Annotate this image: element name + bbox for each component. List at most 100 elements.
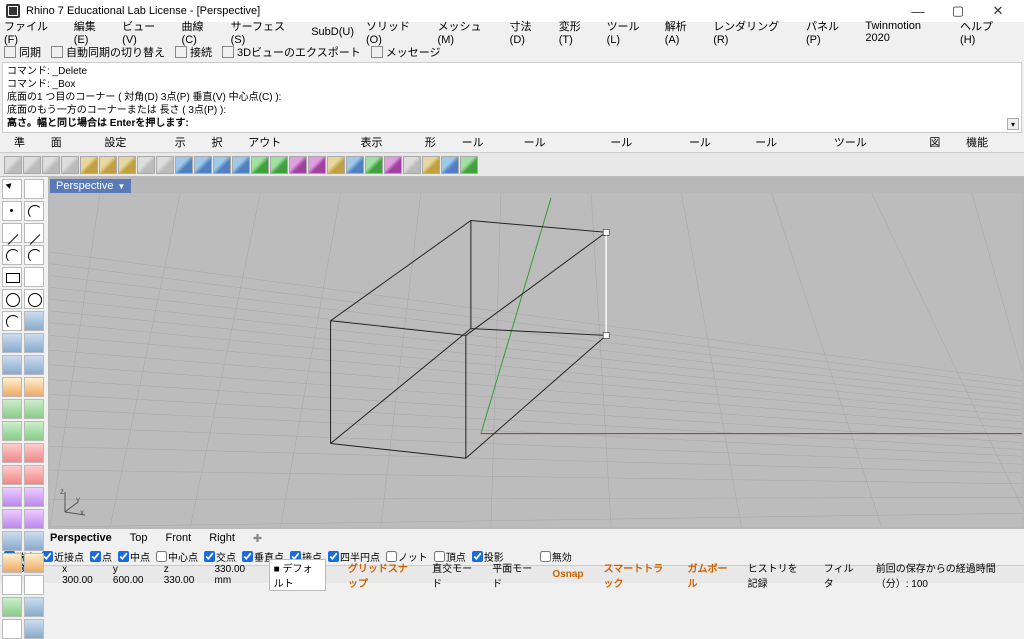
- osnap-point[interactable]: 点: [90, 549, 112, 564]
- tool-icon[interactable]: [460, 156, 478, 174]
- rotate-icon[interactable]: [2, 509, 22, 529]
- extrude-icon[interactable]: [2, 399, 22, 419]
- circle-icon[interactable]: [2, 289, 22, 309]
- help-icon[interactable]: [346, 156, 364, 174]
- connect-button[interactable]: 接続: [175, 44, 212, 60]
- osnap-int[interactable]: 交点: [204, 549, 236, 564]
- menu-tools[interactable]: ツール(L): [607, 18, 653, 46]
- auto-sync-button[interactable]: 自動同期の切り替え: [51, 44, 165, 60]
- tool-icon[interactable]: [384, 156, 402, 174]
- menu-file[interactable]: ファイル(F): [4, 18, 62, 46]
- vp-tab-front[interactable]: Front: [166, 532, 192, 544]
- box-icon[interactable]: [2, 333, 22, 353]
- surface-icon[interactable]: [24, 311, 44, 331]
- osnap-cen[interactable]: 中心点: [156, 549, 198, 564]
- sphere-icon[interactable]: [24, 333, 44, 353]
- hatch-icon[interactable]: [2, 619, 22, 639]
- viewport-canvas[interactable]: zyx: [50, 193, 1022, 527]
- scale-icon[interactable]: [24, 509, 44, 529]
- menu-analyze[interactable]: 解析(A): [665, 18, 701, 46]
- menu-mesh[interactable]: メッシュ(M): [438, 18, 498, 46]
- ellipse-icon[interactable]: [24, 289, 44, 309]
- options-icon[interactable]: [327, 156, 345, 174]
- polygon-icon[interactable]: [24, 267, 44, 287]
- render-icon[interactable]: [270, 156, 288, 174]
- minimize-button[interactable]: —: [898, 0, 938, 22]
- vp-tab-top[interactable]: Top: [130, 532, 148, 544]
- message-button[interactable]: メッセージ: [371, 44, 441, 60]
- rectangle-icon[interactable]: [2, 267, 22, 287]
- arc-icon[interactable]: [2, 311, 22, 331]
- analyze-icon[interactable]: [24, 575, 44, 595]
- zoom-icon[interactable]: [213, 156, 231, 174]
- split-icon[interactable]: [24, 443, 44, 463]
- status-history[interactable]: ヒストリを記録: [742, 560, 810, 590]
- mesh-icon[interactable]: [2, 377, 22, 397]
- open-icon[interactable]: [23, 156, 41, 174]
- point-icon[interactable]: [2, 201, 22, 221]
- tool-icon[interactable]: [365, 156, 383, 174]
- trim-icon[interactable]: [2, 443, 22, 463]
- new-icon[interactable]: [4, 156, 22, 174]
- sync-button[interactable]: 同期: [4, 44, 41, 60]
- menu-transform[interactable]: 変形(T): [559, 18, 595, 46]
- paste-icon[interactable]: [118, 156, 136, 174]
- menu-subd[interactable]: SubD(U): [311, 26, 354, 38]
- osnap-near[interactable]: 近接点: [42, 549, 84, 564]
- osnap-mid[interactable]: 中点: [118, 549, 150, 564]
- copy-icon[interactable]: [99, 156, 117, 174]
- array-icon[interactable]: [24, 531, 44, 551]
- vp-tab-add[interactable]: ✚: [253, 532, 262, 545]
- status-planar[interactable]: 平面モード: [486, 560, 538, 590]
- cone-icon[interactable]: [24, 355, 44, 375]
- cmd-prompt[interactable]: 高さ。幅と同じ場合は Enterを押します:: [7, 117, 1017, 130]
- boolean-icon[interactable]: [2, 575, 22, 595]
- tool-icon[interactable]: [422, 156, 440, 174]
- vp-tab-perspective[interactable]: Perspective: [50, 532, 112, 544]
- sweep-icon[interactable]: [24, 421, 44, 441]
- select-icon[interactable]: [2, 179, 22, 199]
- interp-curve-icon[interactable]: [24, 245, 44, 265]
- status-gumball[interactable]: ガムボール: [681, 560, 733, 590]
- revolve-icon[interactable]: [2, 421, 22, 441]
- join-icon[interactable]: [2, 465, 22, 485]
- lasso-icon[interactable]: [24, 179, 44, 199]
- cylinder-icon[interactable]: [2, 355, 22, 375]
- menu-render[interactable]: レンダリング(R): [713, 18, 794, 46]
- status-layer[interactable]: ■ デフォルト: [269, 559, 326, 591]
- subd-icon[interactable]: [24, 377, 44, 397]
- print-icon[interactable]: [61, 156, 79, 174]
- text-icon[interactable]: [24, 597, 44, 617]
- zoom-extents-icon[interactable]: [232, 156, 250, 174]
- menu-view[interactable]: ビュー(V): [122, 18, 169, 46]
- menu-surface[interactable]: サーフェス(S): [231, 18, 300, 46]
- menu-solid[interactable]: ソリッド(O): [366, 18, 426, 46]
- tool-icon[interactable]: [403, 156, 421, 174]
- pan-icon[interactable]: [175, 156, 193, 174]
- menu-panels[interactable]: パネル(P): [806, 18, 853, 46]
- osnap-disable[interactable]: 無効: [540, 549, 572, 564]
- move-icon[interactable]: [2, 487, 22, 507]
- copy-obj-icon[interactable]: [24, 487, 44, 507]
- viewport-label[interactable]: Perspective ▼: [50, 179, 131, 193]
- vp-tab-right[interactable]: Right: [209, 532, 235, 544]
- status-gridsnap[interactable]: グリッドスナップ: [342, 560, 418, 590]
- redo-icon[interactable]: [156, 156, 174, 174]
- menu-twinmotion[interactable]: Twinmotion 2020: [865, 20, 948, 44]
- fillet-icon[interactable]: [2, 553, 22, 573]
- undo-icon[interactable]: [137, 156, 155, 174]
- render-vp-icon[interactable]: [24, 619, 44, 639]
- curve-icon[interactable]: [2, 245, 22, 265]
- loft-icon[interactable]: [24, 399, 44, 419]
- polyline-icon[interactable]: [24, 223, 44, 243]
- explode-icon[interactable]: [24, 465, 44, 485]
- menu-curve[interactable]: 曲線(C): [182, 18, 219, 46]
- cmd-history-dropdown[interactable]: ▾: [1007, 118, 1019, 130]
- pointcloud-icon[interactable]: [24, 201, 44, 221]
- viewport-menu-icon[interactable]: ▼: [117, 182, 125, 191]
- line-icon[interactable]: [2, 223, 22, 243]
- status-smarttrack[interactable]: スマートトラック: [598, 560, 674, 590]
- chamfer-icon[interactable]: [24, 553, 44, 573]
- status-ortho[interactable]: 直交モード: [426, 560, 478, 590]
- tool-icon[interactable]: [441, 156, 459, 174]
